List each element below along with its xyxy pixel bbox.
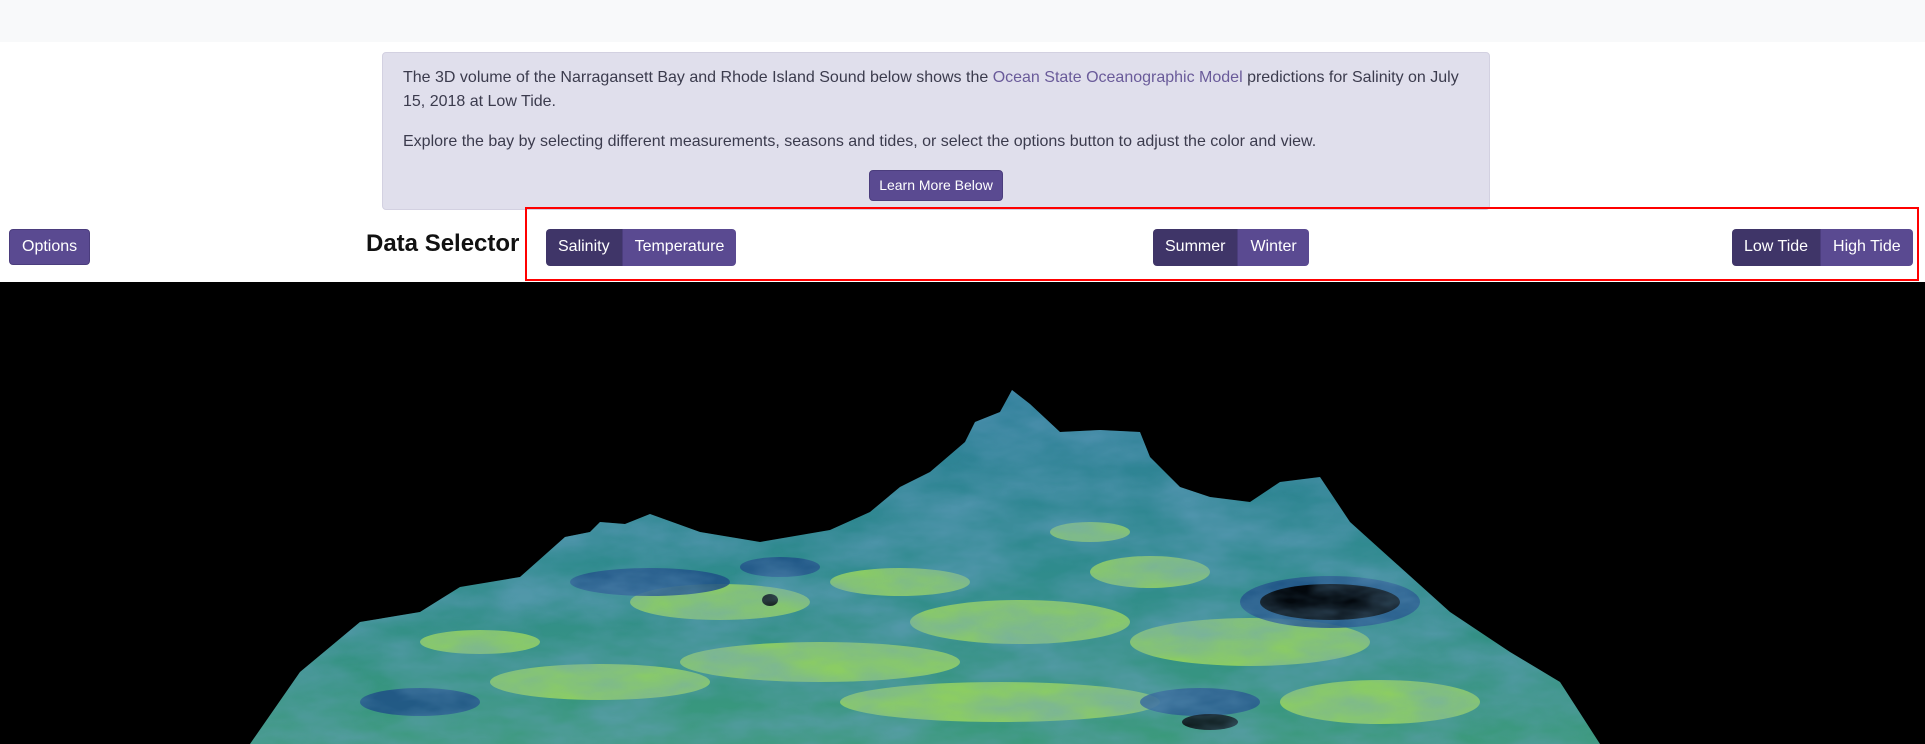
winter-button[interactable]: Winter (1238, 229, 1309, 266)
info-panel: The 3D volume of the Narragansett Bay an… (382, 52, 1490, 210)
low-tide-button[interactable]: Low Tide (1732, 229, 1822, 266)
summer-button[interactable]: Summer (1153, 229, 1239, 266)
measurement-toggle: Salinity Temperature (546, 229, 737, 266)
season-toggle: Summer Winter (1153, 229, 1309, 266)
top-navbar (0, 0, 1925, 42)
options-button[interactable]: Options (9, 229, 91, 265)
temperature-button[interactable]: Temperature (622, 229, 737, 266)
info-explore-text: Explore the bay by selecting different m… (403, 133, 1317, 150)
salinity-button[interactable]: Salinity (546, 229, 623, 266)
tide-toggle: Low Tide High Tide (1732, 229, 1913, 266)
learn-more-button[interactable]: Learn More Below (869, 170, 1003, 201)
volume-3d-viewer[interactable] (0, 282, 1925, 744)
ocean-state-model-link[interactable]: Ocean State Oceanographic Model (993, 69, 1243, 86)
bay-volume-render (250, 390, 1600, 744)
high-tide-button[interactable]: High Tide (1821, 229, 1913, 266)
data-selector-title: Data Selector (366, 230, 520, 257)
info-description: The 3D volume of the Narragansett Bay an… (403, 69, 1459, 110)
